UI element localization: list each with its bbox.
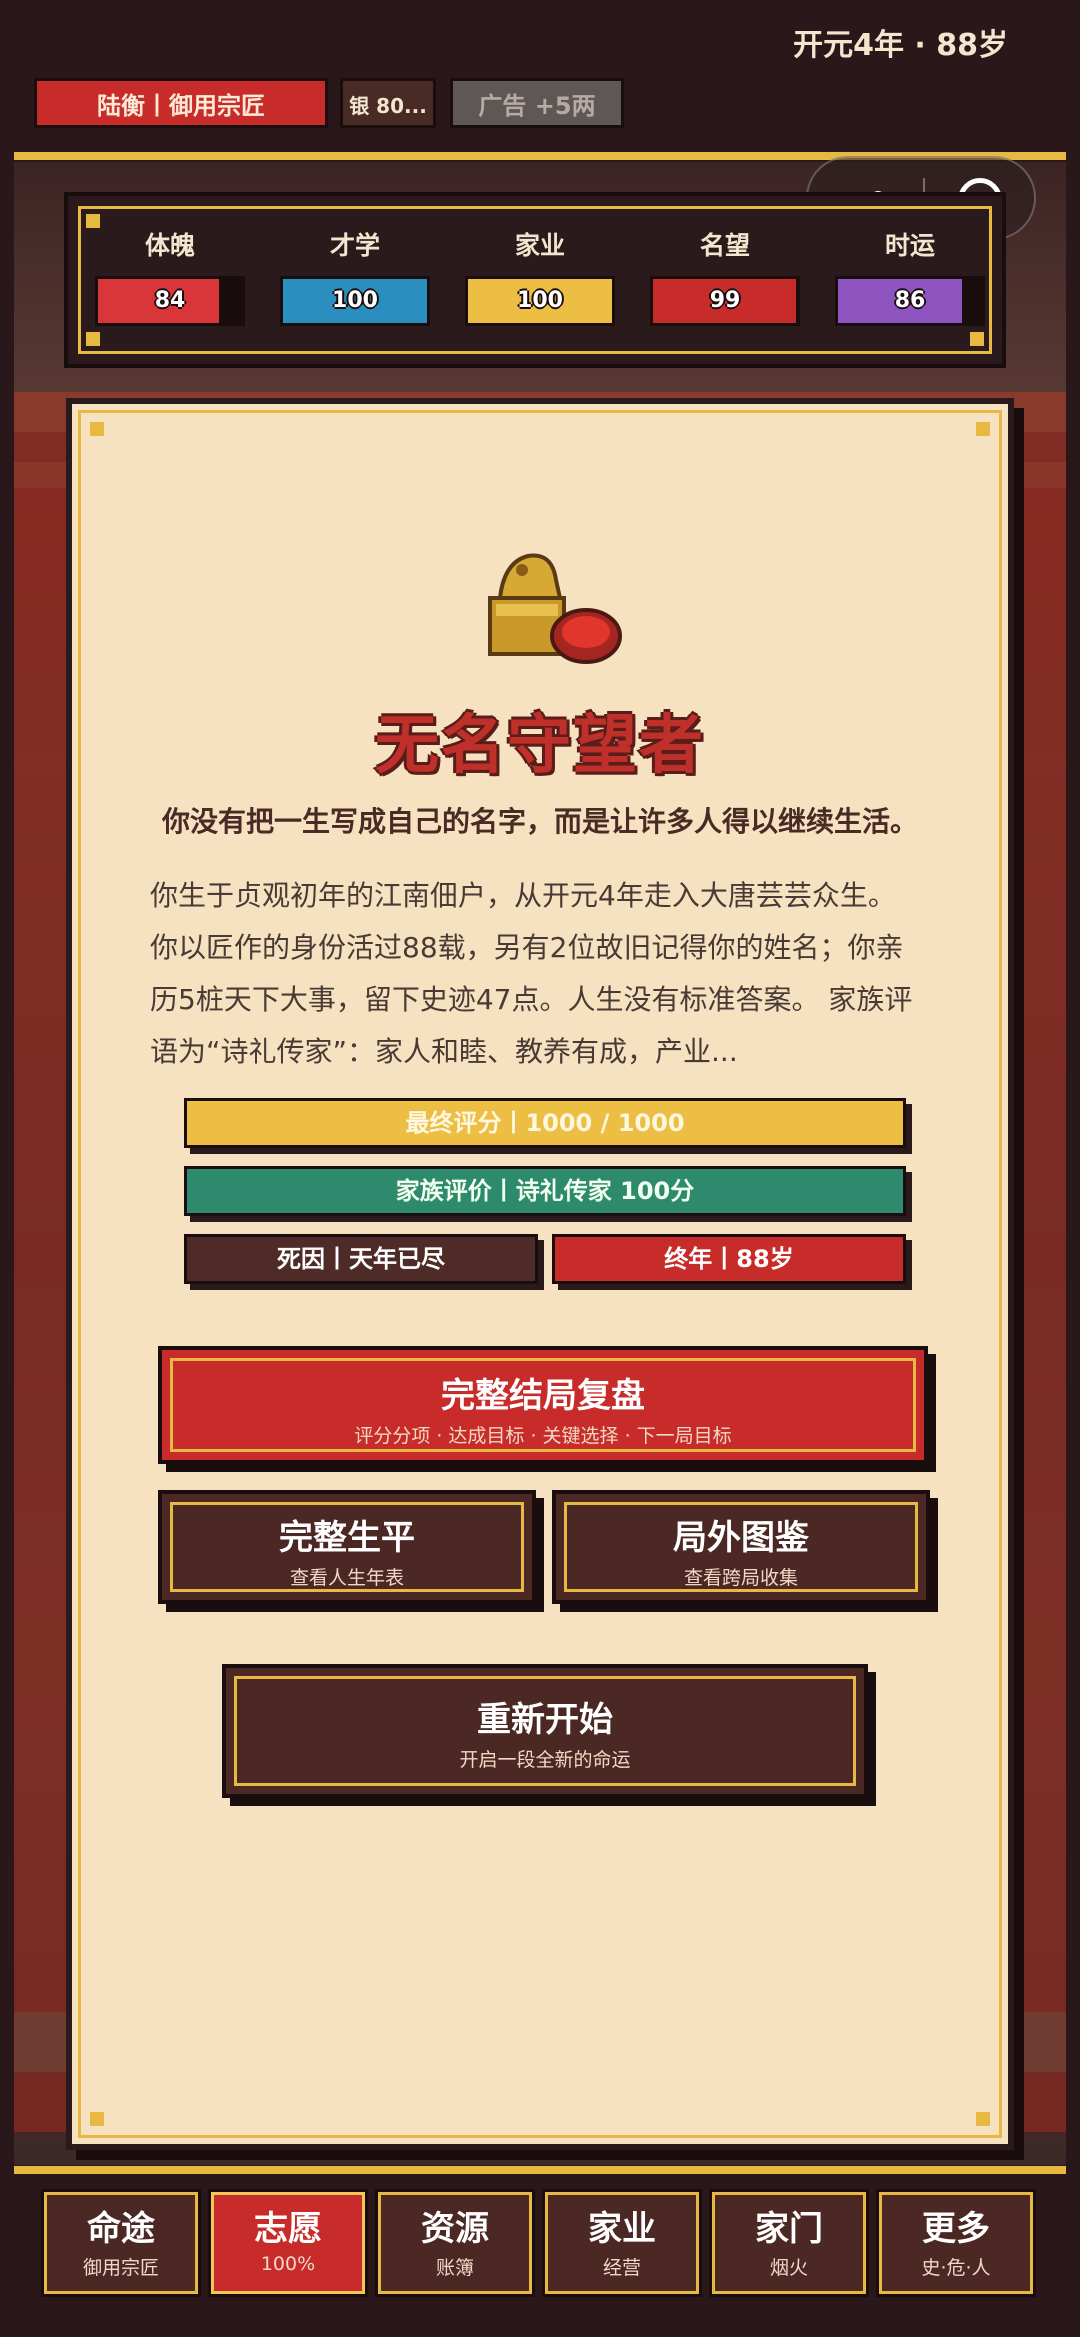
stat-bar: 100	[465, 276, 615, 326]
stat-label: 家业	[514, 231, 565, 260]
stat-bar: 99	[650, 276, 800, 326]
stat-label: 时运	[884, 231, 935, 260]
button-subtitle: 评分分项 · 达成目标 · 关键选择 · 下一局目标	[354, 1425, 732, 1447]
top-header: 开元4年 · 88岁 陆衡丨御用宗匠 银 80... 广告 +5两	[0, 0, 1080, 152]
stat-value: 84	[154, 288, 186, 313]
description-line: 你生于贞观初年的江南佃户，从开元4年走入大唐芸芸众生。	[150, 879, 896, 912]
nav-item-more[interactable]: 更多 史·危·人	[879, 2192, 1033, 2294]
stat-bar: 100	[280, 276, 430, 326]
button-subtitle: 查看跨局收集	[683, 1567, 798, 1589]
nav-item-aspiration[interactable]: 志愿 100%	[211, 2192, 365, 2294]
bottom-nav: 命途 御用宗匠 志愿 100% 资源 账簿 家业 经营 家门 烟火 更多 史·危…	[0, 2178, 1080, 2337]
button-subtitle: 查看人生年表	[289, 1567, 404, 1589]
stat-estate: 家业 100	[465, 226, 615, 326]
nav-sublabel: 史·危·人	[921, 2257, 991, 2279]
nav-label: 家门	[755, 2209, 823, 2249]
nav-sublabel: 烟火	[769, 2257, 808, 2279]
description-line: 语为“诗礼传家”：家人和睦、教养有成，产业...	[150, 1035, 738, 1068]
full-ending-review-button[interactable]: 完整结局复盘 评分分项 · 达成目标 · 关键选择 · 下一局目标	[158, 1346, 928, 1464]
stat-value: 86	[894, 288, 926, 313]
button-title: 完整生平	[279, 1518, 415, 1558]
nav-label: 家业	[588, 2209, 656, 2249]
button-title: 完整结局复盘	[441, 1376, 645, 1416]
ending-description: 你生于贞观初年的江南佃户，从开元4年走入大唐芸芸众生。 你以匠作的身份活过88载…	[150, 870, 950, 1078]
full-life-button[interactable]: 完整生平 查看人生年表	[158, 1490, 536, 1604]
nav-label: 志愿	[254, 2209, 322, 2249]
family-rating-bar: 家族评价丨诗礼传家 100分	[184, 1166, 906, 1216]
nav-label: 命途	[87, 2209, 155, 2249]
stat-value: 99	[709, 288, 741, 313]
attribute-panel: 体魄 84 才学 100 家业 100 名望 99 时运 86	[64, 192, 1006, 368]
silver-chip[interactable]: 银 80...	[340, 78, 436, 128]
nav-item-resources[interactable]: 资源 账簿	[378, 2192, 532, 2294]
description-line: 历5桩天下大事，留下史迹47点。人生没有标准答案。 家族评	[150, 983, 913, 1016]
nav-item-fate[interactable]: 命途 御用宗匠	[44, 2192, 198, 2294]
nav-divider	[14, 2166, 1066, 2174]
nav-sublabel: 经营	[602, 2257, 641, 2279]
jade-seal-icon	[488, 553, 622, 664]
description-line: 你以匠作的身份活过88载，另有2位故旧记得你的姓名；你亲	[150, 931, 904, 964]
stat-bar: 84	[95, 276, 245, 326]
stat-bar: 86	[835, 276, 985, 326]
ad-reward-button[interactable]: 广告 +5两	[450, 78, 624, 128]
identity-chip[interactable]: 陆衡丨御用宗匠	[34, 78, 328, 128]
nav-sublabel: 御用宗匠	[82, 2257, 159, 2279]
nav-item-household[interactable]: 家门 烟火	[712, 2192, 866, 2294]
stat-fortune: 时运 86	[835, 226, 985, 326]
nav-item-estate[interactable]: 家业 经营	[545, 2192, 699, 2294]
nav-label: 资源	[421, 2209, 489, 2249]
ending-title: 无名守望者	[375, 709, 705, 783]
restart-button[interactable]: 重新开始 开启一段全新的命运	[222, 1664, 868, 1798]
button-subtitle: 开启一段全新的命运	[459, 1749, 631, 1771]
stat-label: 才学	[329, 231, 380, 260]
stat-talent: 才学 100	[280, 226, 430, 326]
nav-sublabel: 100%	[260, 2253, 316, 2275]
ending-subtitle: 你没有把一生写成自己的名字，而是让许多人得以继续生活。	[161, 805, 918, 838]
age-at-death-badge: 终年丨88岁	[552, 1234, 906, 1284]
final-score-bar: 最终评分丨1000 / 1000	[184, 1098, 906, 1148]
collection-gallery-button[interactable]: 局外图鉴 查看跨局收集	[552, 1490, 930, 1604]
stat-label: 体魄	[144, 231, 195, 260]
stat-label: 名望	[699, 231, 750, 260]
stat-value: 100	[332, 288, 378, 313]
nav-sublabel: 账簿	[435, 2257, 474, 2279]
stat-physique: 体魄 84	[95, 226, 245, 326]
era-age-label: 开元4年 · 88岁	[793, 28, 1008, 63]
nav-label: 更多	[922, 2209, 990, 2249]
stat-fame: 名望 99	[650, 226, 800, 326]
stat-value: 100	[517, 288, 563, 313]
ending-card: 无名守望者 你没有把一生写成自己的名字，而是让许多人得以继续生活。 你生于贞观初…	[66, 398, 1014, 2150]
button-title: 局外图鉴	[673, 1518, 809, 1558]
button-title: 重新开始	[477, 1700, 613, 1740]
cause-of-death-badge: 死因丨天年已尽	[184, 1234, 538, 1284]
